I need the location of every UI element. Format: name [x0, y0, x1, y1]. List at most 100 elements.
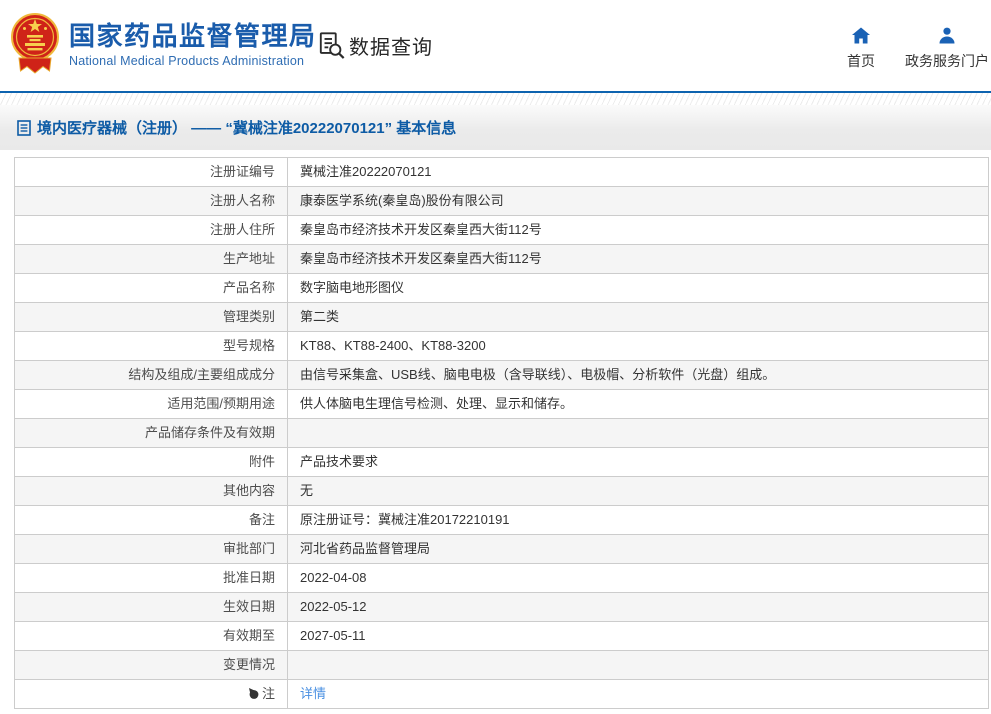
row-label-text: 型号规格: [222, 338, 275, 353]
page-title: 境内医疗器械（注册） —— “冀械注准20222070121” 基本信息: [37, 120, 457, 137]
row-label: 注册证编号: [15, 158, 288, 186]
nav-portal[interactable]: 政务服务门户: [905, 27, 989, 71]
row-value-text: 河北省药品监督管理局: [300, 541, 431, 556]
table-row: 附件 产品技术要求: [15, 448, 988, 477]
user-icon: [939, 27, 955, 44]
row-value-text: 第二类: [300, 309, 340, 324]
nav-home-label: 首页: [847, 53, 875, 69]
row-label-text: 其他内容: [222, 483, 275, 498]
org-name-zh: 国家药品监督管理局: [69, 20, 317, 51]
document-search-icon: [319, 32, 345, 59]
row-value: 2022-04-08: [288, 564, 988, 592]
row-label: 注册人住所: [15, 216, 288, 244]
row-label: 生效日期: [15, 593, 288, 621]
content-area: 注册证编号 冀械注准20222070121 注册人名称 康泰医学系统(秦皇岛)股…: [14, 157, 991, 709]
data-query-label: 数据查询: [349, 37, 433, 59]
national-emblem-logo: [11, 13, 59, 74]
row-value-text: 2022-04-08: [300, 570, 367, 585]
table-row: 型号规格 KT88、KT88-2400、KT88-3200: [15, 332, 988, 361]
row-value-text: 供人体脑电生理信号检测、处理、显示和储存。: [300, 396, 574, 411]
table-row: 其他内容 无: [15, 477, 988, 506]
row-value-text: 无: [300, 483, 314, 498]
table-row: 结构及组成/主要组成成分 由信号采集盒、USB线、脑电电极（含导联线）、电极帽、…: [15, 361, 988, 390]
row-label: 变更情况: [15, 651, 288, 679]
row-label: 结构及组成/主要组成成分: [15, 361, 288, 389]
row-label-text: 产品储存条件及有效期: [144, 425, 275, 440]
row-label-text: 适用范围/预期用途: [167, 396, 275, 411]
row-label-text: 有效期至: [222, 628, 275, 643]
row-label: 审批部门: [15, 535, 288, 563]
row-label-text: 结构及组成/主要组成成分: [128, 367, 275, 382]
row-value-text: 由信号采集盒、USB线、脑电电极（含导联线）、电极帽、分析软件（光盘）组成。: [300, 367, 776, 382]
table-row: 生产地址 秦皇岛市经济技术开发区秦皇西大街112号: [15, 245, 988, 274]
nav-portal-label: 政务服务门户: [905, 53, 989, 69]
row-label: 备注: [15, 506, 288, 534]
table-row: 有效期至 2027-05-11: [15, 622, 988, 651]
org-name-en: National Medical Products Administration: [69, 54, 305, 69]
table-row: 备注 原注册证号：冀械注准20172210191: [15, 506, 988, 535]
note-icon: [248, 688, 259, 700]
row-label-text: 备注: [248, 512, 275, 527]
row-label-text: 生产地址: [222, 251, 275, 266]
row-value: 冀械注准20222070121: [288, 158, 988, 186]
row-value-text: 2022-05-12: [300, 599, 367, 614]
top-nav: 首页 政务服务门户: [847, 27, 989, 71]
detail-link[interactable]: 详情: [300, 686, 326, 701]
row-label-text: 注册证编号: [209, 164, 275, 179]
row-value: 秦皇岛市经济技术开发区秦皇西大街112号: [288, 245, 988, 273]
row-value: 秦皇岛市经济技术开发区秦皇西大街112号: [288, 216, 988, 244]
row-label-text: 变更情况: [222, 657, 275, 672]
table-row: 产品储存条件及有效期: [15, 419, 988, 448]
row-value: 产品技术要求: [288, 448, 988, 476]
table-row: 变更情况: [15, 651, 988, 680]
table-row: 批准日期 2022-04-08: [15, 564, 988, 593]
home-icon: [852, 27, 870, 44]
row-value: 2022-05-12: [288, 593, 988, 621]
row-label-text: 附件: [248, 454, 275, 469]
row-label-text: 批准日期: [222, 570, 275, 585]
row-label: 产品储存条件及有效期: [15, 419, 288, 447]
row-label: 其他内容: [15, 477, 288, 505]
row-value-text: 康泰医学系统(秦皇岛)股份有限公司: [300, 193, 504, 208]
row-label-text: 生效日期: [222, 599, 275, 614]
row-label: 注: [15, 680, 288, 708]
row-value-text: 产品技术要求: [300, 454, 379, 469]
row-value-text: 数字脑电地形图仪: [300, 280, 405, 295]
row-value: 由信号采集盒、USB线、脑电电极（含导联线）、电极帽、分析软件（光盘）组成。: [288, 361, 988, 389]
site-logo[interactable]: 国家药品监督管理局 National Medical Products Admi…: [10, 11, 317, 79]
row-label: 产品名称: [15, 274, 288, 302]
data-query-tab[interactable]: 数据查询: [318, 31, 433, 60]
hatch-strip: [0, 93, 991, 105]
row-label: 有效期至: [15, 622, 288, 650]
row-value: 河北省药品监督管理局: [288, 535, 988, 563]
row-value: 供人体脑电生理信号检测、处理、显示和储存。: [288, 390, 988, 418]
site-header: 国家药品监督管理局 National Medical Products Admi…: [0, 0, 991, 93]
row-label: 批准日期: [15, 564, 288, 592]
row-label-text: 注: [261, 686, 275, 701]
row-label-text: 管理类别: [222, 309, 275, 324]
row-value: 详情: [288, 680, 988, 708]
row-value-text: 秦皇岛市经济技术开发区秦皇西大街112号: [300, 222, 542, 237]
table-row: 注册人住所 秦皇岛市经济技术开发区秦皇西大街112号: [15, 216, 988, 245]
table-row: 适用范围/预期用途 供人体脑电生理信号检测、处理、显示和储存。: [15, 390, 988, 419]
nav-home[interactable]: 首页: [847, 27, 875, 71]
table-row: 注册人名称 康泰医学系统(秦皇岛)股份有限公司: [15, 187, 988, 216]
row-value: [288, 651, 988, 679]
row-label-text: 审批部门: [222, 541, 275, 556]
title-bar: 境内医疗器械（注册） —— “冀械注准20222070121” 基本信息: [0, 105, 991, 150]
row-value-text: 2027-05-11: [300, 628, 366, 643]
row-value: 康泰医学系统(秦皇岛)股份有限公司: [288, 187, 988, 215]
row-value: 原注册证号：冀械注准20172210191: [288, 506, 988, 534]
row-value-text: 冀械注准20222070121: [300, 164, 432, 179]
row-label: 管理类别: [15, 303, 288, 331]
row-value: 无: [288, 477, 988, 505]
table-row: 生效日期 2022-05-12: [15, 593, 988, 622]
row-value: [288, 419, 988, 447]
table-row: 注册证编号 冀械注准20222070121: [15, 158, 988, 187]
table-row: 审批部门 河北省药品监督管理局: [15, 535, 988, 564]
row-value: 2027-05-11: [288, 622, 988, 650]
row-label-text: 注册人住所: [209, 222, 275, 237]
row-value: 数字脑电地形图仪: [288, 274, 988, 302]
row-label: 适用范围/预期用途: [15, 390, 288, 418]
document-list-icon: [17, 119, 31, 136]
